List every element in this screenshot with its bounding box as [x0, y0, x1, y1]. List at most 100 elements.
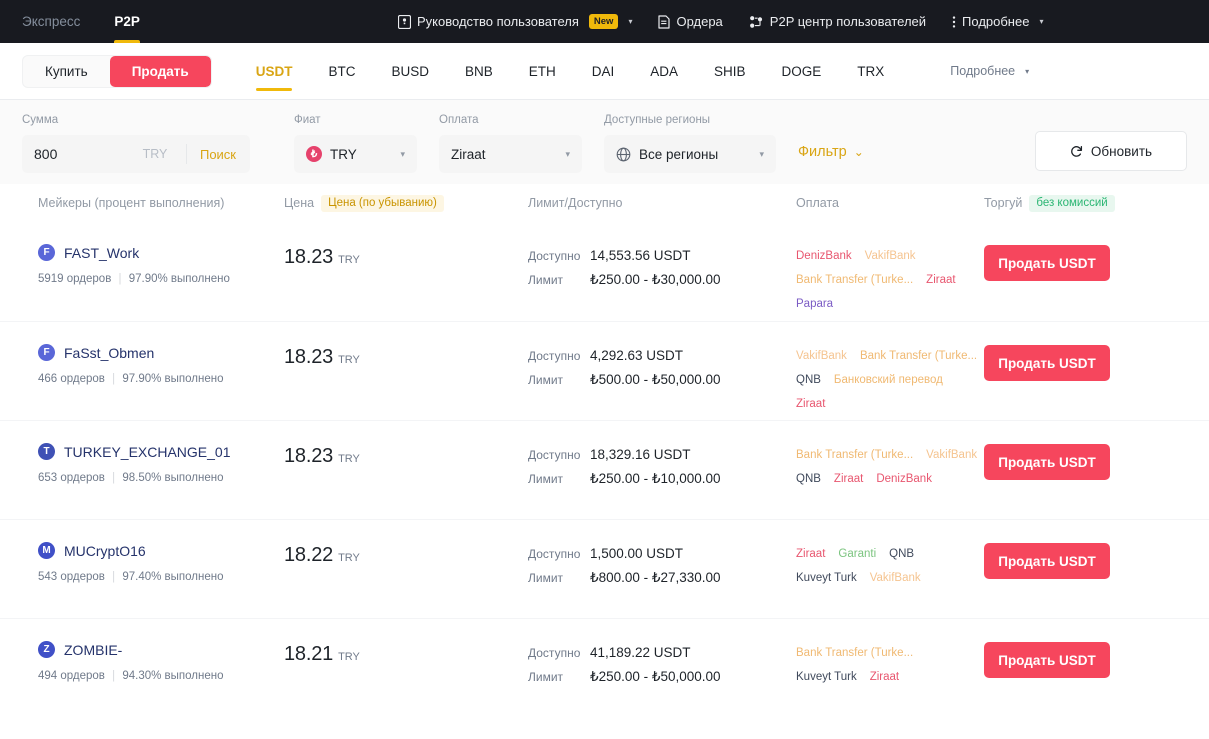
payment-tag[interactable]: Bank Transfer (Turke... [796, 272, 913, 289]
payment-tag[interactable]: Bank Transfer (Turke... [796, 645, 913, 662]
sell-tab[interactable]: Продать [109, 55, 211, 87]
available-value: 18,329.16 USDT [590, 447, 691, 462]
coin-tab-doge[interactable]: DOGE [764, 43, 840, 99]
available-value: 1,500.00 USDT [590, 546, 684, 561]
payment-tag[interactable]: VakifBank [870, 570, 921, 587]
payment-tag[interactable]: Kuveyt Turk [796, 570, 857, 587]
maker-identity[interactable]: M MUCryptO16 [38, 542, 284, 559]
payment-select[interactable]: Ziraat ▾ [439, 135, 582, 173]
limit-value: ₺500.00 - ₺50,000.00 [590, 372, 721, 387]
fiat-select[interactable]: ₺ TRY ▾ [294, 135, 417, 173]
maker-cell: M MUCryptO16 543 ордеров | 97.40% выполн… [22, 542, 284, 618]
header-maker: Мейкеры (процент выполнения) [38, 196, 225, 210]
payment-tag[interactable]: Ziraat [796, 396, 825, 413]
coin-tab-busd[interactable]: BUSD [373, 43, 447, 99]
maker-identity[interactable]: Z ZOMBIE- [38, 641, 284, 658]
payment-tag[interactable]: Ziraat [834, 471, 863, 488]
maker-order-count: 494 ордеров [38, 670, 105, 682]
payment-tag[interactable]: Papara [796, 296, 833, 313]
header-limit: Лимит/Доступно [528, 196, 623, 210]
filter-toggle-label: Фильтр [798, 144, 847, 160]
coin-tab-ada[interactable]: ADA [632, 43, 696, 99]
coin-tab-shib[interactable]: SHIB [696, 43, 764, 99]
price-value: 18.22 [284, 544, 334, 566]
sell-usdt-button[interactable]: Продать USDT [984, 345, 1110, 381]
trade-cell: Продать USDT [984, 443, 1187, 519]
maker-identity[interactable]: F FaSst_Obmen [38, 344, 284, 361]
payment-tag[interactable]: Ziraat [870, 669, 899, 686]
price-currency: TRY [338, 453, 360, 465]
topnav-orders-label: Ордера [676, 14, 723, 29]
stats-separator: | [112, 373, 116, 385]
coin-tab-btc[interactable]: BTC [310, 43, 373, 99]
coin-tab-dai[interactable]: DAI [574, 43, 633, 99]
coin-tab-eth[interactable]: ETH [511, 43, 574, 99]
maker-stats: 653 ордеров | 98.50% выполнено [38, 472, 284, 484]
maker-order-count: 653 ордеров [38, 472, 105, 484]
search-button[interactable]: Поиск [185, 144, 250, 164]
topnav-tab-p2p[interactable]: P2P [114, 0, 140, 43]
payment-tag[interactable]: Ziraat [926, 272, 955, 289]
sell-usdt-button[interactable]: Продать USDT [984, 642, 1110, 678]
coin-tab-shib-label: SHIB [714, 63, 746, 79]
sell-usdt-button[interactable]: Продать USDT [984, 444, 1110, 480]
limit-value: ₺250.00 - ₺10,000.00 [590, 471, 721, 486]
trade-cell: Продать USDT [984, 344, 1187, 420]
topnav-user-center[interactable]: P2P центр пользователей [749, 14, 926, 29]
payment-tag[interactable]: Garanti [838, 546, 876, 563]
coin-more-label: Подробнее [950, 64, 1016, 78]
amount-input[interactable] [34, 146, 134, 162]
avatar: F [38, 344, 55, 361]
payment-tag[interactable]: DenizBank [876, 471, 932, 488]
topnav-links: Руководство пользователя New ▾ Ордера P2… [398, 0, 1043, 43]
available-label: Доступно [528, 448, 581, 462]
filter-toggle[interactable]: Фильтр ⌄ [798, 144, 864, 160]
payment-tag[interactable]: Банковский перевод [834, 372, 943, 389]
price-sort-pill[interactable]: Цена (по убыванию) [321, 194, 444, 212]
price-value: 18.23 [284, 445, 334, 467]
limit-value: ₺250.00 - ₺30,000.00 [590, 272, 721, 287]
payment-tag[interactable]: Bank Transfer (Turke... [860, 348, 977, 365]
topnav-user-guide[interactable]: Руководство пользователя New ▾ [398, 14, 632, 29]
table-row: F FaSst_Obmen 466 ордеров | 97.90% выпол… [0, 321, 1209, 420]
regions-select[interactable]: Все регионы ▾ [604, 135, 776, 173]
price-currency: TRY [338, 651, 360, 663]
refresh-button[interactable]: Обновить [1035, 131, 1187, 171]
payment-tag[interactable]: Kuveyt Turk [796, 669, 857, 686]
coin-more-dropdown[interactable]: Подробнее ▾ [950, 64, 1029, 78]
kebab-menu-icon [952, 15, 956, 29]
coin-tab-usdt[interactable]: USDT [238, 43, 311, 99]
amount-label: Сумма [22, 114, 59, 126]
fiat-label: Фиат [294, 114, 321, 126]
coin-tab-trx-label: TRX [857, 63, 885, 79]
payment-tag[interactable]: QNB [796, 372, 821, 389]
available-line: Доступно 41,189.22 USDT [528, 645, 796, 660]
topnav-orders[interactable]: Ордера [658, 14, 723, 29]
users-group-icon [749, 15, 764, 29]
buy-tab[interactable]: Купить [23, 56, 110, 87]
limit-value: ₺250.00 - ₺50,000.00 [590, 669, 721, 684]
amount-currency-suffix: TRY [142, 147, 168, 161]
payment-tag[interactable]: VakifBank [926, 447, 977, 464]
maker-identity[interactable]: F FAST_Work [38, 244, 284, 261]
chevron-down-icon: ▾ [565, 148, 570, 159]
maker-identity[interactable]: T TURKEY_EXCHANGE_01 [38, 443, 284, 460]
payment-tag[interactable]: VakifBank [865, 248, 916, 265]
topnav-more[interactable]: Подробнее ▾ [952, 14, 1043, 29]
payment-tag[interactable]: QNB [796, 471, 821, 488]
payment-tag[interactable]: VakifBank [796, 348, 847, 365]
payment-tag[interactable]: DenizBank [796, 248, 852, 265]
topnav-user-center-label: P2P центр пользователей [769, 14, 927, 29]
table-row: M MUCryptO16 543 ордеров | 97.40% выполн… [0, 519, 1209, 618]
coin-tab-bnb[interactable]: BNB [447, 43, 511, 99]
payment-methods-cell: Bank Transfer (Turke... Kuveyt Turk Ziraat [796, 641, 984, 717]
sell-usdt-button[interactable]: Продать USDT [984, 245, 1110, 281]
price-cell: 18.22 TRY [284, 542, 528, 618]
payment-tag[interactable]: Bank Transfer (Turke... [796, 447, 913, 464]
payment-tag[interactable]: QNB [889, 546, 914, 563]
coin-tab-trx[interactable]: TRX [839, 43, 902, 99]
maker-order-count: 543 ордеров [38, 571, 105, 583]
sell-usdt-button[interactable]: Продать USDT [984, 543, 1110, 579]
payment-tag[interactable]: Ziraat [796, 546, 825, 563]
topnav-tab-express[interactable]: Экспресс [22, 0, 80, 43]
